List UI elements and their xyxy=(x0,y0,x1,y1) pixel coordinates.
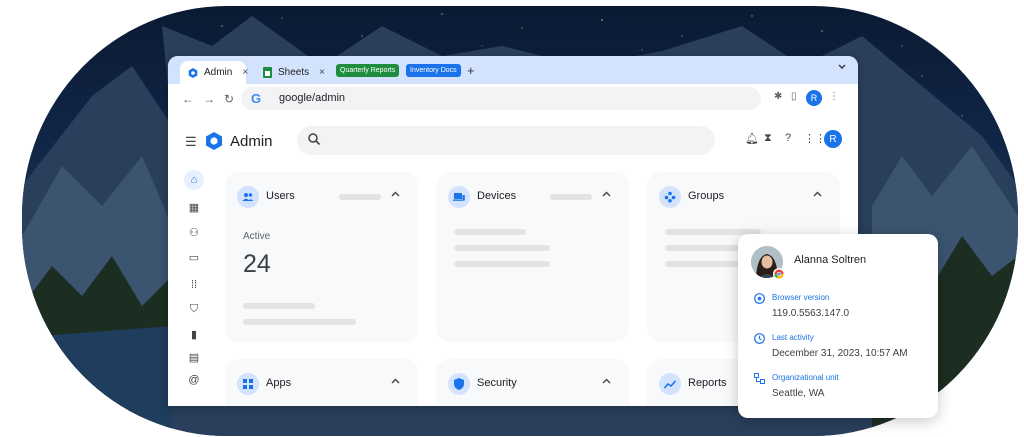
collapse-chevron-icon[interactable] xyxy=(391,188,400,200)
notifications-bell-icon[interactable]: 🔔︎ xyxy=(745,132,759,145)
org-unit-icon xyxy=(753,372,765,384)
user-details-popup: Alanna Soltren Browser version 119.0.556… xyxy=(738,234,938,418)
groups-icon xyxy=(659,186,681,208)
tab-sheets[interactable]: Sheets × xyxy=(256,61,326,84)
rail-dashboard-icon[interactable]: ▦ xyxy=(184,197,204,217)
placeholder-bar xyxy=(339,194,381,200)
address-bar[interactable]: G google/admin xyxy=(241,87,761,110)
help-icon[interactable]: ? xyxy=(785,132,791,144)
tab-group-quarterly-reports[interactable]: Quarterly Reports xyxy=(336,64,400,77)
extensions-puzzle-icon[interactable]: ✱ xyxy=(774,91,782,102)
tab-close-icon[interactable]: × xyxy=(242,67,248,78)
collapse-chevron-icon[interactable] xyxy=(813,188,822,200)
new-tab-button[interactable]: + xyxy=(467,63,475,78)
users-card[interactable]: Users Active 24 xyxy=(225,172,418,342)
rail-devices-icon[interactable]: ▭ xyxy=(184,247,204,267)
collapse-chevron-icon[interactable] xyxy=(602,375,611,387)
placeholder-bar xyxy=(454,229,526,235)
address-url: google/admin xyxy=(279,92,346,104)
rail-security-icon[interactable]: ⛉ xyxy=(184,299,204,319)
back-arrow-icon[interactable]: ← xyxy=(182,92,194,106)
browser-profile-avatar[interactable]: R xyxy=(806,90,822,106)
browser-toolbar: ← → ↻ G google/admin ✱ ▯ R ⋮ xyxy=(168,84,858,114)
card-title: Devices xyxy=(477,190,517,202)
tab-search-chevron-icon[interactable] xyxy=(838,62,846,72)
rail-billing-icon[interactable]: ▤ xyxy=(184,347,204,367)
card-title: Security xyxy=(477,377,517,389)
collapse-chevron-icon[interactable] xyxy=(602,188,611,200)
admin-search-input[interactable] xyxy=(297,126,715,155)
apps-grid-icon[interactable]: ⋮⋮ xyxy=(804,132,826,145)
placeholder-bar xyxy=(550,194,592,200)
tab-group-inventory-docs[interactable]: Inventory Docs xyxy=(406,64,461,77)
forward-arrow-icon[interactable]: → xyxy=(203,92,215,106)
tab-label: Admin xyxy=(204,67,233,78)
browser-menu-kebab-icon[interactable]: ⋮ xyxy=(829,91,839,102)
side-panel-icon[interactable]: ▯ xyxy=(791,91,797,102)
chrome-badge-icon xyxy=(773,268,785,280)
collapse-chevron-icon[interactable] xyxy=(391,375,400,387)
tasks-hourglass-icon[interactable]: ⧗ xyxy=(764,132,772,145)
search-icon xyxy=(307,132,321,151)
rail-home-icon[interactable]: ⌂ xyxy=(184,170,204,190)
tab-close-icon[interactable]: × xyxy=(319,67,325,78)
sheets-favicon-icon xyxy=(262,67,272,78)
card-title: Users xyxy=(266,190,295,202)
admin-logo-icon xyxy=(204,131,224,151)
apps-icon xyxy=(237,373,259,395)
rail-apps-icon[interactable]: ⁞⁞ xyxy=(184,275,204,295)
org-unit-value: Seattle, WA xyxy=(772,388,825,399)
reload-icon[interactable]: ↻ xyxy=(224,92,234,106)
card-title: Reports xyxy=(688,377,727,389)
security-shield-icon xyxy=(448,373,470,395)
active-users-count: 24 xyxy=(243,250,271,278)
devices-card[interactable]: Devices xyxy=(436,172,629,342)
browser-version-icon xyxy=(753,292,765,304)
rail-email-icon[interactable]: @ xyxy=(184,370,204,390)
app-title: Admin xyxy=(230,133,273,150)
tab-label: Sheets xyxy=(278,67,310,78)
account-avatar[interactable]: R xyxy=(824,130,842,148)
users-icon xyxy=(237,186,259,208)
org-unit-label: Organizational unit xyxy=(772,373,839,382)
browser-version-label: Browser version xyxy=(772,293,830,302)
apps-card[interactable]: Apps xyxy=(225,359,418,406)
placeholder-bar xyxy=(243,319,356,325)
main-menu-hamburger-icon[interactable]: ☰ xyxy=(185,134,197,150)
tab-strip: Admin × Sheets × Quarterly Reports Inven… xyxy=(168,56,858,84)
security-card[interactable]: Security xyxy=(436,359,629,406)
card-title: Apps xyxy=(266,377,292,389)
google-g-icon: G xyxy=(251,91,262,106)
placeholder-bar xyxy=(454,261,550,267)
last-activity-clock-icon xyxy=(753,332,765,344)
active-users-label: Active xyxy=(243,231,271,242)
user-name: Alanna Soltren xyxy=(794,254,867,266)
placeholder-bar xyxy=(243,303,315,309)
placeholder-bar xyxy=(454,245,550,251)
devices-icon xyxy=(448,186,470,208)
rail-reports-icon[interactable]: ▮ xyxy=(184,324,204,344)
admin-favicon-icon xyxy=(188,67,198,78)
card-title: Groups xyxy=(688,190,725,202)
last-activity-label: Last activity xyxy=(772,333,814,342)
browser-version-value: 119.0.5563.147.0 xyxy=(772,308,850,319)
reports-trend-icon xyxy=(659,373,681,395)
last-activity-value: December 31, 2023, 10:57 AM xyxy=(772,348,908,359)
rail-users-icon[interactable]: ⚇ xyxy=(184,222,204,242)
tab-admin[interactable]: Admin × xyxy=(180,61,248,84)
